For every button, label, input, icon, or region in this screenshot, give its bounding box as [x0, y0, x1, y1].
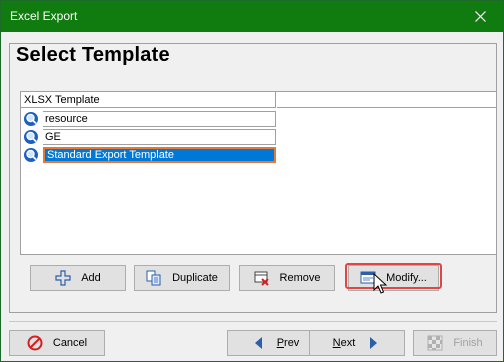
add-button[interactable]: Add [30, 265, 126, 291]
arrow-right-icon [370, 337, 378, 349]
window-title: Excel Export [10, 9, 78, 23]
column-header-xlsx-template[interactable]: XLSX Template [21, 92, 276, 108]
close-icon[interactable] [457, 1, 503, 32]
list-item-label: resource [43, 111, 276, 127]
excel-export-dialog: Excel Export Select Template XLSX Templa… [0, 0, 504, 362]
footer-separator [9, 321, 497, 322]
arrow-left-icon [254, 337, 262, 349]
title-bar[interactable]: Excel Export [1, 1, 503, 32]
prev-button-label: Prev [277, 337, 300, 349]
magnifier-icon [24, 130, 38, 144]
top-strip [2, 32, 502, 41]
cancel-button-label: Cancel [52, 337, 88, 349]
cancel-button[interactable]: Cancel [9, 330, 105, 356]
next-mnemonic: N [332, 337, 341, 349]
checkered-flag-icon [427, 335, 443, 351]
plus-icon [55, 270, 71, 286]
finish-button-label: Finish [453, 337, 483, 349]
duplicate-button-label: Duplicate [172, 272, 218, 284]
modify-highlight [345, 263, 442, 289]
next-rest: ext [340, 337, 356, 349]
list-item-label: Standard Export Template [43, 147, 276, 163]
mouse-cursor-icon [373, 273, 387, 294]
duplicate-icon [146, 270, 161, 286]
prev-rest: rev [284, 337, 300, 349]
next-button-label: Next [333, 337, 356, 349]
prev-mnemonic: P [276, 337, 285, 349]
list-item-label: GE [43, 129, 276, 145]
column-header-empty[interactable] [277, 92, 496, 108]
magnifier-icon [24, 112, 38, 126]
next-button[interactable]: Next [309, 330, 405, 356]
list-item[interactable]: GE [21, 128, 276, 146]
remove-button-label: Remove [279, 272, 321, 284]
cancel-icon [27, 335, 43, 351]
duplicate-button[interactable]: Duplicate [134, 265, 230, 291]
add-button-label: Add [81, 272, 101, 284]
remove-button[interactable]: Remove [239, 265, 335, 291]
list-item[interactable]: resource [21, 110, 276, 128]
list-item-selected[interactable]: Standard Export Template [21, 146, 276, 164]
finish-button[interactable]: Finish [413, 330, 497, 356]
remove-icon [254, 271, 269, 286]
page-title: Select Template [16, 44, 170, 66]
template-list[interactable]: XLSX Template resource GE Standard Expor… [20, 91, 497, 255]
magnifier-icon [24, 148, 38, 162]
